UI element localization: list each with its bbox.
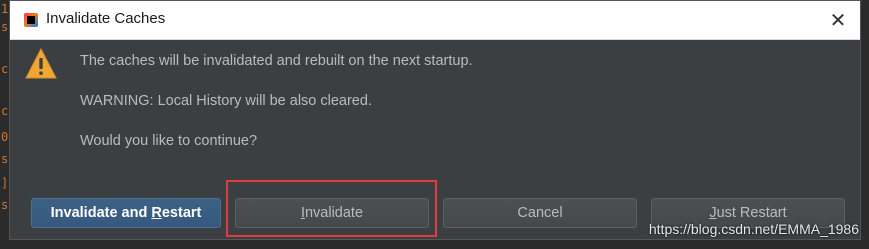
background-code-glyph: 0 [1,130,9,144]
cancel-button[interactable]: Cancel [443,198,637,228]
button-label: Cancel [517,205,563,221]
background-editor-strip [0,240,869,249]
message-continue-question: Would you like to continue? [80,133,258,149]
background-code-glyph: ] [1,176,9,190]
dialog-titlebar[interactable]: Invalidate Caches ✕ [10,1,860,40]
button-label: ust Restart [716,205,787,221]
button-label: Invalidate and [50,205,152,221]
dialog-title: Invalidate Caches [46,10,166,27]
background-code-glyph: c [1,62,9,76]
button-label: estart [161,205,202,221]
button-mnemonic: R [151,205,162,221]
close-icon[interactable]: ✕ [824,6,852,34]
warning-triangle-icon [25,47,57,79]
annotation-highlight-box [226,180,437,237]
background-code-glyph: 1 [1,2,9,16]
background-code-glyph: s [1,152,9,166]
message-caches-invalidated: The caches will be invalidated and rebui… [80,53,473,69]
invalidate-and-restart-button[interactable]: Invalidate and Restart [31,198,221,228]
background-code-glyph: s [1,20,9,34]
intellij-app-icon [24,13,38,27]
button-mnemonic: J [709,205,717,221]
message-local-history-warning: WARNING: Local History will be also clea… [80,93,372,109]
watermark-text: https://blog.csdn.net/EMMA_1986 [648,221,859,237]
background-code-glyph: s [1,198,9,212]
background-code-glyph: c [1,104,9,118]
